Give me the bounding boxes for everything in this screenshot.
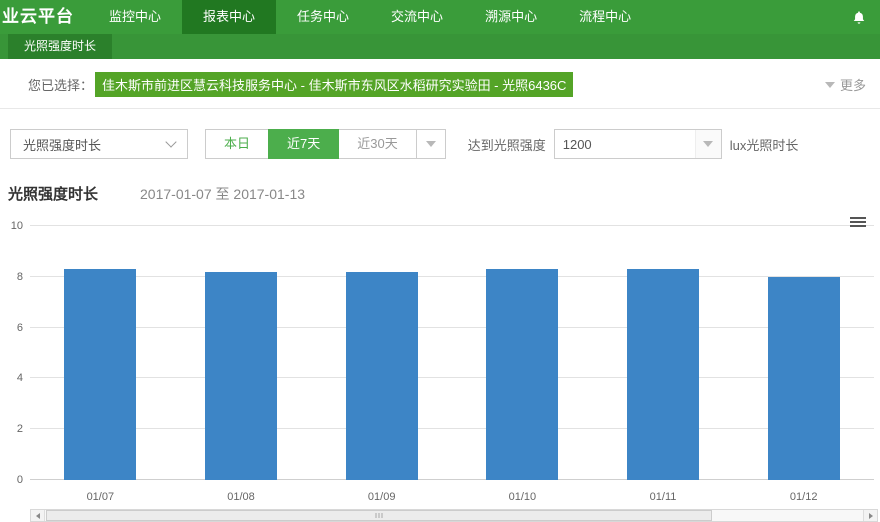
scroll-right-button[interactable] xyxy=(863,510,877,521)
chart-x-axis: 01/0701/0801/0901/1001/1101/12 xyxy=(30,491,874,503)
nav-item-report-center[interactable]: 报表中心 xyxy=(182,0,276,34)
bar-01/12[interactable] xyxy=(768,277,840,480)
selected-device-value[interactable]: 佳木斯市前进区慧云科技服务中心 - 佳木斯市东风区水稻研究实验田 - 光照643… xyxy=(95,72,573,97)
y-tick-label: 8 xyxy=(17,271,23,283)
brand-logo: 业云平台 xyxy=(0,0,88,34)
caret-down-icon xyxy=(825,82,835,88)
bar-slot xyxy=(30,226,171,480)
date-range-button-group: 本日 近7天 近30天 xyxy=(206,129,446,159)
x-tick-label: 01/11 xyxy=(593,491,734,503)
horizontal-scrollbar[interactable] xyxy=(30,509,878,522)
filter-row: 光照强度时长 本日 近7天 近30天 达到光照强度 1200 lux光照时长 xyxy=(10,129,870,159)
threshold-unit-label: lux光照时长 xyxy=(730,135,799,154)
bar-slot xyxy=(171,226,312,480)
x-tick-label: 01/09 xyxy=(311,491,452,503)
y-tick-label: 10 xyxy=(11,220,23,232)
chevron-down-icon xyxy=(165,136,176,147)
date-range-text: 2017-01-07 至 2017-01-13 xyxy=(140,184,305,204)
bar-slot xyxy=(311,226,452,480)
range-7days-button[interactable]: 近7天 xyxy=(268,129,339,159)
breadcrumb-bar: 光照强度时长 xyxy=(0,34,880,59)
bar-01/11[interactable] xyxy=(627,269,699,480)
x-tick-label: 01/08 xyxy=(171,491,312,503)
top-navbar: 业云平台 监控中心 报表中心 任务中心 交流中心 溯源中心 流程中心 xyxy=(0,0,880,34)
threshold-value[interactable]: 1200 xyxy=(555,137,695,152)
y-tick-label: 6 xyxy=(17,322,23,334)
bar-01/09[interactable] xyxy=(346,272,418,480)
bar-01/08[interactable] xyxy=(205,272,277,480)
more-label: 更多 xyxy=(840,75,866,94)
y-tick-label: 4 xyxy=(17,372,23,384)
x-tick-label: 01/07 xyxy=(30,491,171,503)
bar-slot xyxy=(733,226,874,480)
nav-item-monitor-center[interactable]: 监控中心 xyxy=(88,0,182,34)
breadcrumb[interactable]: 光照强度时长 xyxy=(8,34,112,59)
bar-slot xyxy=(593,226,734,480)
bar-slot xyxy=(452,226,593,480)
selection-label: 您已选择： xyxy=(28,75,93,94)
y-tick-label: 2 xyxy=(17,423,23,435)
y-tick-label: 0 xyxy=(17,474,23,486)
chart-menu-icon[interactable] xyxy=(850,215,866,229)
notification-bell-icon[interactable] xyxy=(838,0,880,34)
threshold-dropdown-button[interactable] xyxy=(695,130,721,158)
metric-select[interactable]: 光照强度时长 xyxy=(10,129,188,159)
range-today-button[interactable]: 本日 xyxy=(205,129,269,159)
scrollbar-grip-icon xyxy=(376,513,383,518)
scroll-left-button[interactable] xyxy=(31,510,45,521)
chart-plot xyxy=(30,226,874,480)
x-tick-label: 01/12 xyxy=(733,491,874,503)
selection-row: 您已选择： 佳木斯市前进区慧云科技服务中心 - 佳木斯市东风区水稻研究实验田 -… xyxy=(0,59,880,109)
x-tick-label: 01/10 xyxy=(452,491,593,503)
range-more-dropdown-button[interactable] xyxy=(416,129,446,159)
scrollbar-thumb[interactable] xyxy=(46,510,712,521)
arrow-right-icon xyxy=(869,513,873,519)
threshold-label: 达到光照强度 xyxy=(468,135,546,154)
nav-item-trace-center[interactable]: 溯源中心 xyxy=(464,0,558,34)
bar-01/07[interactable] xyxy=(64,269,136,480)
nav-item-process-center[interactable]: 流程中心 xyxy=(558,0,652,34)
bar-01/10[interactable] xyxy=(486,269,558,480)
threshold-input[interactable]: 1200 xyxy=(554,129,722,159)
range-30days-button[interactable]: 近30天 xyxy=(338,129,416,159)
chart-y-axis: 0246810 xyxy=(0,226,26,480)
nav-item-communication-center[interactable]: 交流中心 xyxy=(370,0,464,34)
section-title: 光照强度时长 xyxy=(8,183,98,204)
bar-chart: 0 2 4 6 8 10 01/0701/0801/0901/1001/1101/12 xyxy=(0,210,880,506)
arrow-left-icon xyxy=(36,513,40,519)
nav-item-task-center[interactable]: 任务中心 xyxy=(276,0,370,34)
caret-down-icon xyxy=(703,141,713,147)
caret-down-icon xyxy=(426,141,436,147)
section-header: 光照强度时长 2017-01-07 至 2017-01-13 xyxy=(8,183,870,204)
more-button[interactable]: 更多 xyxy=(825,75,866,94)
metric-select-value: 光照强度时长 xyxy=(23,135,101,154)
